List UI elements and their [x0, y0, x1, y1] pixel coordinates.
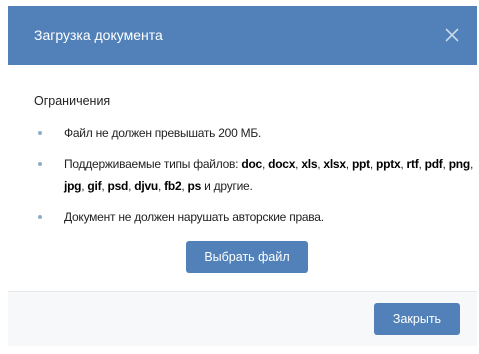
file-type-rtf: rtf [406, 157, 419, 171]
file-type-gif: gif [87, 179, 102, 193]
close-button[interactable]: Закрыть [374, 303, 460, 335]
bullet-icon [38, 162, 42, 166]
types-suffix: и другие. [201, 179, 253, 193]
restriction-size-text: Файл не должен превышать 200 МБ. [64, 126, 262, 140]
types-prefix: Поддерживаемые типы файлов: [64, 157, 242, 171]
restriction-item-types: Поддерживаемые типы файлов: doc, docx, x… [34, 153, 473, 197]
file-type-djvu: djvu [134, 179, 158, 193]
file-type-fb2: fb2 [164, 179, 182, 193]
file-type-png: png [448, 157, 471, 171]
upload-document-dialog: Загрузка документа Ограничения Файл не д… [8, 6, 477, 346]
file-type-pdf: pdf [424, 157, 443, 171]
close-icon[interactable] [445, 28, 459, 42]
file-type-pptx: pptx [376, 157, 401, 171]
restrictions-heading: Ограничения [34, 94, 111, 108]
bullet-icon [38, 131, 42, 135]
dialog-footer: Закрыть [8, 291, 477, 346]
file-type-docx: docx [268, 157, 296, 171]
file-type-psd: psd [107, 179, 129, 193]
file-type-doc: doc [241, 157, 262, 171]
file-type-xlsx: xlsx [323, 157, 346, 171]
bullet-icon [38, 215, 42, 219]
dialog-header: Загрузка документа [8, 6, 477, 65]
choose-file-button[interactable]: Выбрать файл [186, 241, 308, 273]
restriction-copyright-text: Документ не должен нарушать авторские пр… [64, 210, 324, 224]
file-type-ps: ps [187, 179, 202, 193]
file-type-jpg: jpg [64, 179, 82, 193]
dialog-body: Ограничения Файл не должен превышать 200… [8, 65, 477, 291]
restriction-types-text: Поддерживаемые типы файлов: doc, docx, x… [64, 153, 474, 197]
file-type-xls: xls [301, 157, 318, 171]
dialog-title: Загрузка документа [34, 27, 163, 43]
file-type-ppt: ppt [351, 157, 370, 171]
